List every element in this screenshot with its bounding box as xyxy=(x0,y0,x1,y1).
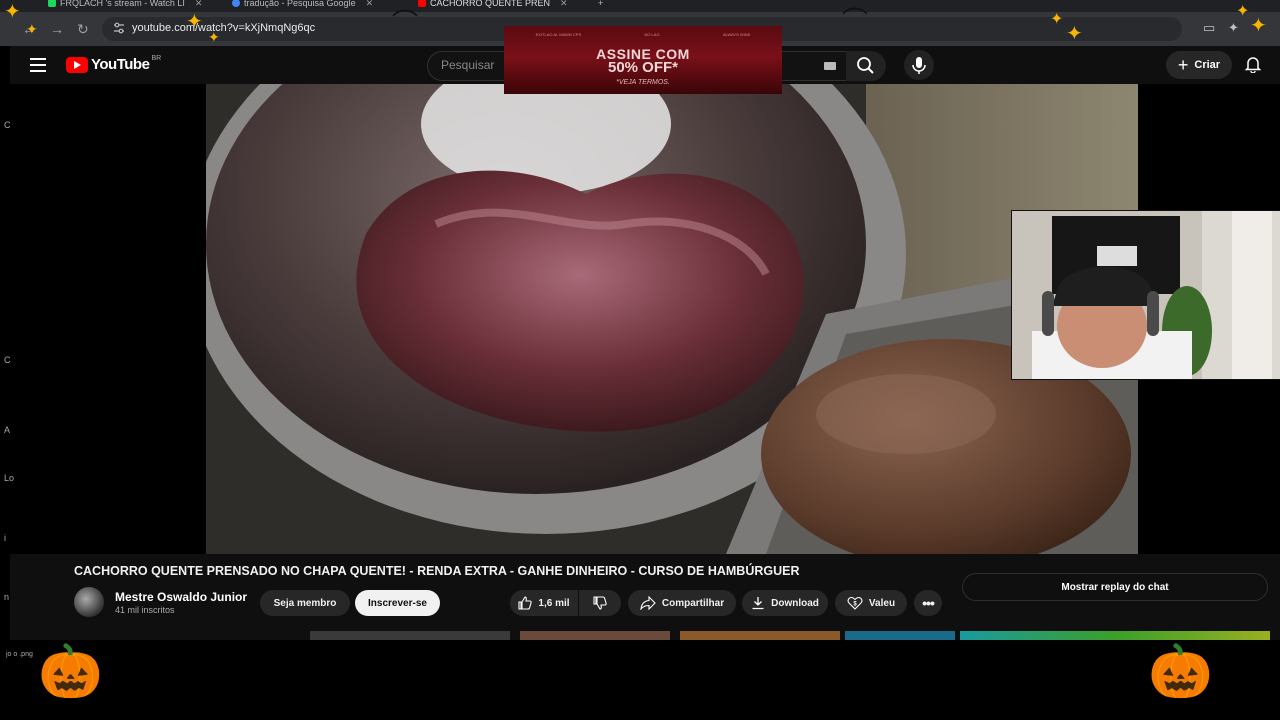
video-info-panel: CACHORRO QUENTE PRENSADO NO CHAPA QUENTE… xyxy=(10,554,1280,640)
share-button[interactable]: Compartilhar xyxy=(628,590,736,616)
tab-label: FRQLACH 's stream - Watch LI xyxy=(60,0,185,8)
more-dots-icon: ••• xyxy=(922,595,935,611)
ad-terms: *VEJA TERMOS. xyxy=(616,79,670,86)
download-icon xyxy=(752,597,764,610)
webcam-image xyxy=(1012,211,1280,379)
browser-tab-1[interactable]: FRQLACH 's stream - Watch LI ✕ xyxy=(48,0,202,10)
pumpkin-right-icon: 🎃 xyxy=(1148,643,1213,701)
sidebar-fragment: Lo xyxy=(4,473,15,483)
close-tab-icon[interactable]: ✕ xyxy=(366,0,374,9)
recommended-thumbnails-strip xyxy=(130,631,1270,640)
subscribe-button[interactable]: Inscrever-se xyxy=(355,590,440,616)
google-icon xyxy=(232,0,240,7)
download-button[interactable]: Download xyxy=(742,590,828,616)
sparkle-icon: ✦ xyxy=(208,29,220,45)
share-label: Compartilhar xyxy=(661,597,725,609)
ad-fine-print: EXITLAO AL MAWN CPS NO LAG ALWAYS WINS xyxy=(504,32,782,37)
video-title: CACHORRO QUENTE PRENSADO NO CHAPA QUENTE… xyxy=(74,564,800,578)
close-tab-icon[interactable]: ✕ xyxy=(560,0,568,9)
ad-banner[interactable]: EXITLAO AL MAWN CPS NO LAG ALWAYS WINS A… xyxy=(504,26,782,94)
overlay-filename: jo o .png xyxy=(6,651,33,658)
sidebar-fragment: C xyxy=(4,120,11,130)
streamer-webcam xyxy=(1011,210,1280,380)
search-icon xyxy=(857,57,874,74)
like-button[interactable]: 1,6 mil xyxy=(510,590,578,616)
url-text: youtube.com/watch?v=kXjNmqNg6qc xyxy=(132,22,316,34)
channel-avatar[interactable] xyxy=(74,587,104,617)
sidebar-fragment: C xyxy=(4,355,11,365)
video-player[interactable] xyxy=(206,84,1138,554)
thanks-label: Valeu xyxy=(868,597,896,609)
download-label: Download xyxy=(771,597,819,609)
ad-fine-print-item: ALWAYS WINS xyxy=(722,32,751,37)
create-label: Criar xyxy=(1194,59,1221,71)
tab-label: CACHORRO QUENTE PREN xyxy=(430,0,551,8)
voice-search-button[interactable] xyxy=(904,50,934,80)
video-frame-image xyxy=(206,84,1138,554)
sparkle-icon: ✦ xyxy=(1236,3,1250,20)
thumbnail[interactable] xyxy=(845,631,955,640)
join-membership-button[interactable]: Seja membro xyxy=(260,590,350,616)
browser-tab-3-active[interactable]: CACHORRO QUENTE PREN ✕ xyxy=(418,0,568,10)
notifications-bell-icon[interactable] xyxy=(1244,55,1262,73)
tab-label: tradução - Pesquisa Google xyxy=(244,0,356,8)
ad-fine-print-item: NO LAG xyxy=(644,32,660,37)
keyboard-icon[interactable] xyxy=(824,62,836,70)
tab-favicon-icon xyxy=(48,0,56,7)
like-count: 1,6 mil xyxy=(538,597,570,609)
subscribe-label: Inscrever-se xyxy=(368,597,427,609)
ad-offer: 50% OFF* xyxy=(607,59,679,76)
youtube-logo[interactable]: YouTube BR xyxy=(66,55,162,73)
sparkle-icon: ✦ xyxy=(1066,23,1083,45)
thumbnail[interactable] xyxy=(960,631,1270,640)
more-actions-button[interactable]: ••• xyxy=(914,590,942,616)
microphone-icon xyxy=(912,57,926,74)
extensions-icon[interactable]: ✦ xyxy=(1228,20,1239,36)
heart-dollar-icon: $ xyxy=(847,596,863,610)
logo-text: YouTube xyxy=(91,56,150,73)
show-chat-replay-button[interactable]: Mostrar replay do chat xyxy=(962,573,1268,601)
menu-icon[interactable] xyxy=(30,58,46,76)
sparkle-icon: ✦ xyxy=(1250,15,1267,37)
thumbs-down-icon xyxy=(593,596,607,610)
youtube-favicon-icon xyxy=(418,0,426,7)
thumbnail[interactable] xyxy=(680,631,840,640)
browser-tab-2[interactable]: tradução - Pesquisa Google ✕ xyxy=(232,0,373,10)
new-tab-icon[interactable]: + xyxy=(598,0,603,10)
site-info-icon[interactable] xyxy=(112,21,126,35)
pumpkin-left-icon: 🎃 xyxy=(38,643,103,701)
sparkle-icon: ✦ xyxy=(1050,11,1064,28)
region-code: BR xyxy=(151,55,162,62)
create-button[interactable]: + Criar xyxy=(1166,51,1232,79)
chat-replay-label: Mostrar replay do chat xyxy=(1061,581,1169,593)
thumbnail[interactable] xyxy=(520,631,670,640)
bat-icon: ⌒ xyxy=(392,8,419,38)
close-tab-icon[interactable]: ✕ xyxy=(195,0,203,9)
subscriber-count: 41 mil inscritos xyxy=(115,605,175,615)
ad-fine-print-item: EXITLAO AL MAWN CPS xyxy=(535,32,582,37)
sidebar-fragment: A xyxy=(4,425,11,435)
channel-name[interactable]: Mestre Oswaldo Junior xyxy=(115,590,247,604)
youtube-play-icon xyxy=(66,56,88,73)
sidebar-fragment: n xyxy=(4,592,10,602)
reload-icon[interactable]: ↻ xyxy=(77,21,89,38)
thanks-button[interactable]: $ Valeu xyxy=(835,590,907,616)
bat-icon: ⌒ xyxy=(842,6,869,36)
forward-icon[interactable]: → xyxy=(50,21,64,37)
join-label: Seja membro xyxy=(273,597,337,609)
thumbs-up-icon xyxy=(518,596,533,610)
search-placeholder: Pesquisar xyxy=(441,58,495,72)
sparkle-icon: ✦ xyxy=(4,1,21,23)
dislike-button[interactable] xyxy=(579,590,621,616)
sparkle-icon: ✦ xyxy=(186,11,203,33)
search-button[interactable] xyxy=(846,51,886,81)
sidebar-fragment: i xyxy=(4,533,6,543)
plus-icon: + xyxy=(1177,55,1189,75)
cast-icon[interactable]: ▭ xyxy=(1203,20,1215,36)
sparkle-icon: ✦ xyxy=(26,21,38,37)
share-arrow-icon xyxy=(640,596,656,610)
thumbnail[interactable] xyxy=(310,631,510,640)
